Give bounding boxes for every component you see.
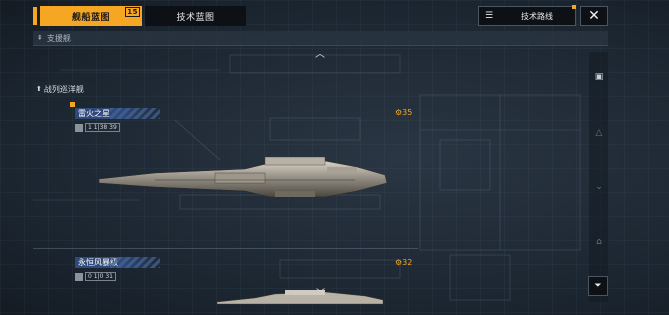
tab-badge: 15 <box>125 7 140 17</box>
frigate-filter-icon[interactable]: ⌂ <box>592 237 606 247</box>
tab-accent <box>33 7 37 25</box>
battleship-filter-icon[interactable]: ▣ <box>592 72 606 82</box>
ship-cost: ⚙32 <box>395 258 413 267</box>
scroll-down-icon[interactable]: ﹀ <box>316 286 325 299</box>
ship-class-icon: ⬆ <box>36 85 42 93</box>
right-rail <box>589 52 608 302</box>
list-icon: ☰ <box>485 11 494 21</box>
tech-route-label: 技术路线 <box>521 11 553 21</box>
ship-level-icon <box>75 123 83 132</box>
new-indicator <box>70 102 75 107</box>
filter-icon: ⏷ <box>594 281 602 291</box>
section-header: ⬆ 战列巡洋舰 <box>33 82 87 96</box>
top-bar: 舰船蓝图 15 技术蓝图 ☰ 技术路线 ✕ <box>0 0 669 30</box>
filter-button[interactable]: ⏷ <box>588 276 608 296</box>
cruiser-filter-icon[interactable]: △ <box>592 128 606 138</box>
destroyer-filter-icon[interactable]: ⌄ <box>592 182 606 192</box>
section-label: 战列巡洋舰 <box>43 84 84 94</box>
tab-ship-blueprint[interactable]: 舰船蓝图 15 <box>40 6 142 26</box>
ship-name: 雷火之星 <box>78 109 110 118</box>
close-button[interactable]: ✕ <box>580 6 608 26</box>
double-chevron-up-icon: ⇞ <box>37 34 43 42</box>
ship-level: 0 1|0 31 <box>85 272 116 281</box>
tech-route-button[interactable]: ☰ 技术路线 <box>478 6 576 26</box>
tab-label: 舰船蓝图 <box>71 12 110 23</box>
ship-name-bar[interactable]: 雷火之星 <box>75 108 160 119</box>
scroll-up-icon[interactable]: ︿ <box>315 45 325 60</box>
ship-name: 永恒风暴级 <box>78 258 118 267</box>
tab-tech-blueprint[interactable]: 技术蓝图 <box>145 6 246 26</box>
close-icon: ✕ <box>588 8 600 24</box>
category-bar[interactable]: ⇞ 支援舰 <box>33 31 608 46</box>
ship-level-icon <box>75 272 83 281</box>
ship-cost: ⚙35 <box>395 108 413 117</box>
ship-level: 1 1|38 39 <box>85 123 120 132</box>
ship-name-bar[interactable]: 永恒风暴级 <box>75 257 160 268</box>
ship-meta: 0 1|0 31 <box>75 272 116 281</box>
tab-label: 技术蓝图 <box>176 12 215 23</box>
ship-model-1[interactable] <box>95 155 395 205</box>
ship-meta: 1 1|38 39 <box>75 123 120 132</box>
category-label: 支援舰 <box>46 33 71 43</box>
card-divider <box>33 248 418 249</box>
notification-dot <box>572 5 576 9</box>
ship-model-2[interactable] <box>215 288 385 306</box>
